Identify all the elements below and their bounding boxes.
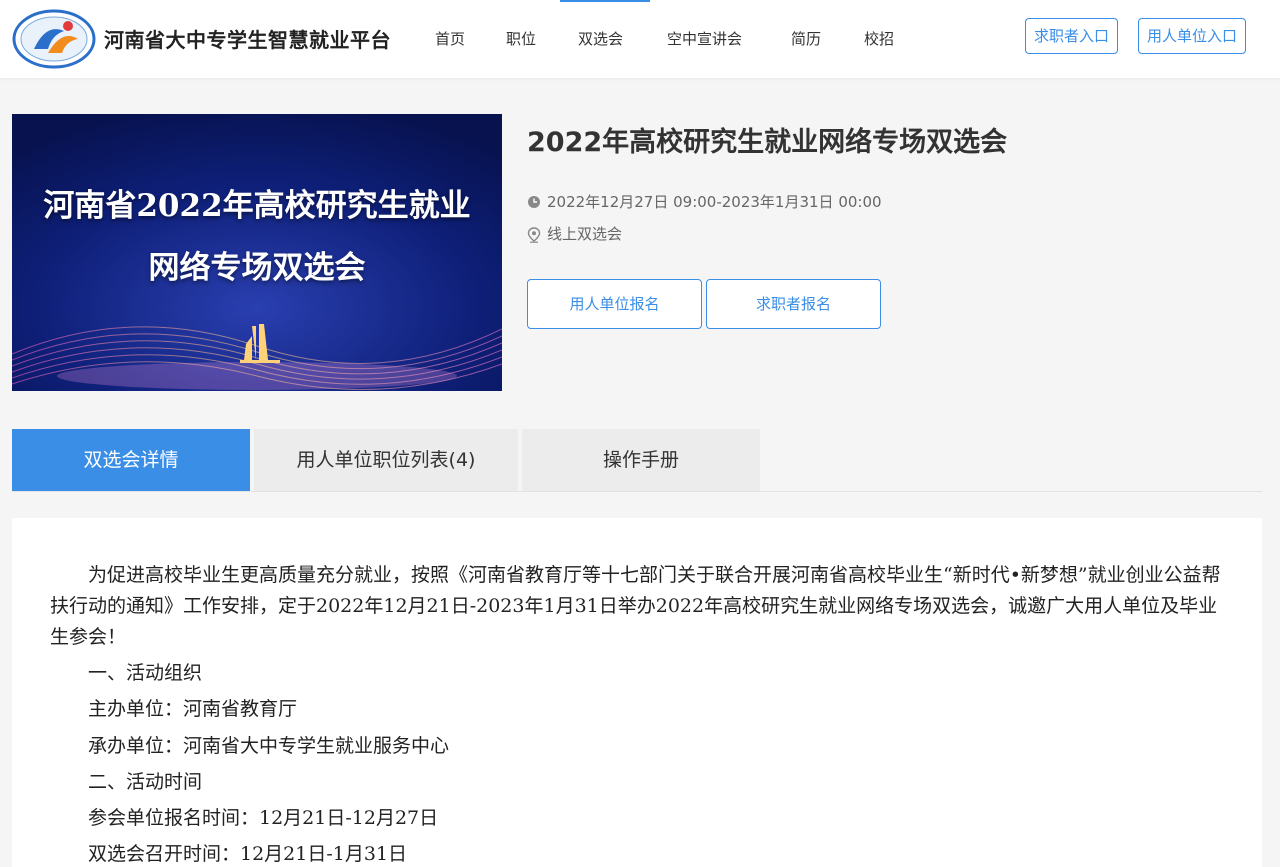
site-title[interactable]: 河南省大中专学生智慧就业平台 <box>104 24 391 53</box>
nav-job-fair[interactable]: 双选会 <box>578 28 623 49</box>
event-time-row: 2022年12月27日 09:00-2023年1月31日 00:00 <box>527 191 882 212</box>
event-time: 2022年12月27日 09:00-2023年1月31日 00:00 <box>547 193 882 211</box>
tab-fair-details[interactable]: 双选会详情 <box>12 429 250 491</box>
nav-online-talks[interactable]: 空中宣讲会 <box>667 28 742 49</box>
tabs-divider <box>12 491 1262 492</box>
detail-host: 主办单位：河南省教育厅 <box>88 698 298 720</box>
platform-logo[interactable] <box>12 9 96 69</box>
event-banner: 河南省2022年高校研究生就业 网络专场双选会 <box>12 114 502 391</box>
nav-resume[interactable]: 简历 <box>791 28 821 49</box>
detail-fair-period: 双选会召开时间：12月21日-1月31日 <box>88 843 408 865</box>
tab-employer-job-list[interactable]: 用人单位职位列表(4) <box>254 429 518 491</box>
event-location: 线上双选会 <box>547 225 623 243</box>
event-title: 2022年高校研究生就业网络专场双选会 <box>527 127 1008 158</box>
detail-intro-paragraph: 为促进高校毕业生更高质量充分就业，按照《河南省教育厅等十七部门关于联合开展河南省… <box>50 564 1221 648</box>
location-pin-icon <box>527 226 541 243</box>
seeker-register-button[interactable]: 求职者报名 <box>706 279 881 329</box>
detail-organizer: 承办单位：河南省大中专学生就业服务中心 <box>88 735 450 757</box>
fair-detail-content: 为促进高校毕业生更高质量充分就业，按照《河南省教育厅等十七部门关于联合开展河南省… <box>12 518 1262 867</box>
banner-line-2: 网络专场双选会 <box>148 250 366 286</box>
detail-registration-period: 参会单位报名时间：12月21日-12月27日 <box>88 807 439 829</box>
employer-register-button[interactable]: 用人单位报名 <box>527 279 702 329</box>
detail-section-time: 二、活动时间 <box>88 771 203 793</box>
top-header: 河南省大中专学生智慧就业平台 首页 职位 双选会 空中宣讲会 简历 校招 求职者… <box>0 0 1280 78</box>
event-location-row: 线上双选会 <box>527 223 622 244</box>
nav-home[interactable]: 首页 <box>435 28 465 49</box>
clock-icon <box>527 195 541 209</box>
tab-user-manual[interactable]: 操作手册 <box>522 429 760 491</box>
employer-entry-button[interactable]: 用人单位入口 <box>1138 18 1247 54</box>
seeker-entry-button[interactable]: 求职者入口 <box>1025 18 1119 54</box>
detail-section-organization: 一、活动组织 <box>88 662 203 684</box>
nav-campus-recruit[interactable]: 校招 <box>864 28 894 49</box>
nav-jobs[interactable]: 职位 <box>506 28 536 49</box>
banner-line-1: 河南省2022年高校研究生就业 <box>43 188 471 224</box>
nav-active-indicator <box>560 0 650 2</box>
